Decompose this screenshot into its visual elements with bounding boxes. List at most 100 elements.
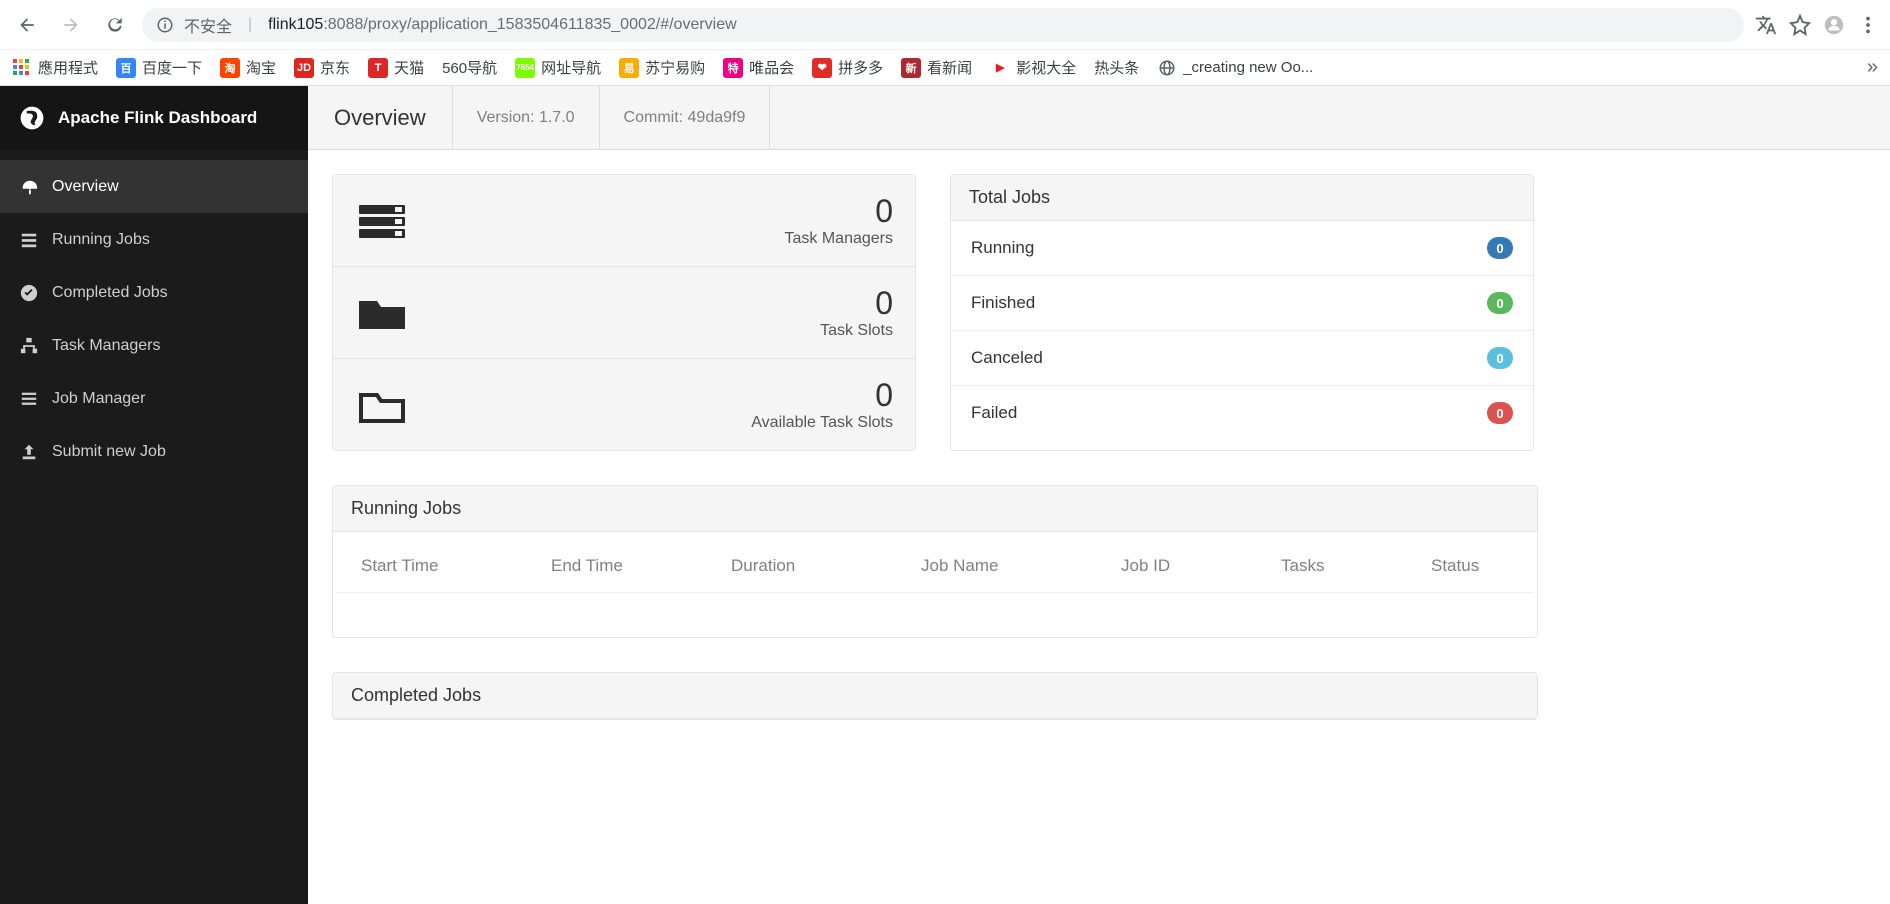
- main-content: Overview Version: 1.7.0 Commit: 49da9f9 …: [308, 86, 1890, 904]
- servers-icon: [355, 199, 409, 243]
- security-label: 不安全: [184, 13, 232, 37]
- app-root: Apache Flink Dashboard Overview Running J…: [0, 86, 1890, 904]
- bookmark-icon: JD: [294, 58, 314, 78]
- separator: |: [248, 16, 252, 34]
- sidebar-item-submit-new-job[interactable]: Submit new Job: [0, 425, 308, 478]
- sidebar-item-job-manager[interactable]: Job Manager: [0, 372, 308, 425]
- sidebar-item-completed-jobs[interactable]: Completed Jobs: [0, 266, 308, 319]
- stat-value: 0: [785, 193, 894, 230]
- bookmark-item[interactable]: 百百度一下: [116, 57, 202, 78]
- stat-value: 0: [820, 285, 893, 322]
- bookmark-star-button[interactable]: [1788, 13, 1812, 37]
- folder-open-icon: [355, 383, 409, 427]
- bookmark-item[interactable]: 易苏宁易购: [619, 57, 705, 78]
- bookmark-item[interactable]: T天猫: [368, 57, 424, 78]
- column-header[interactable]: Duration: [731, 556, 921, 576]
- bookmark-item[interactable]: 7654网址导航: [515, 57, 601, 78]
- total-row-running[interactable]: Running0: [951, 221, 1533, 276]
- column-header[interactable]: Status: [1431, 556, 1509, 576]
- bookmark-label: 京东: [320, 57, 350, 78]
- bookmarks-overflow[interactable]: »: [1867, 56, 1878, 79]
- bookmark-item[interactable]: 應用程式: [12, 57, 98, 78]
- bookmark-label: 應用程式: [38, 57, 98, 78]
- nav-forward-button[interactable]: [54, 8, 88, 42]
- stats-panel: 0Task Managers0Task Slots0Available Task…: [332, 174, 916, 451]
- star-icon: [1789, 14, 1811, 36]
- sidebar-item-running-jobs[interactable]: Running Jobs: [0, 213, 308, 266]
- stat-available-task-slots: 0Available Task Slots: [333, 359, 915, 450]
- bookmark-icon: 特: [723, 58, 743, 78]
- arrow-left-icon: [17, 15, 37, 35]
- column-header[interactable]: Job ID: [1121, 556, 1281, 576]
- bookmark-item[interactable]: 特唯品会: [723, 57, 794, 78]
- user-icon: [1823, 14, 1845, 36]
- stat-label: Task Slots: [820, 322, 893, 340]
- url-text: flink105:8088/proxy/application_15835046…: [268, 16, 737, 34]
- count-badge: 0: [1487, 347, 1513, 369]
- running-jobs-title: Running Jobs: [333, 486, 1537, 532]
- nav-label: Running Jobs: [52, 231, 150, 249]
- total-row-canceled[interactable]: Canceled0: [951, 331, 1533, 386]
- bookmark-item[interactable]: 热头条: [1094, 57, 1139, 78]
- bookmark-label: 百度一下: [142, 57, 202, 78]
- nav-back-button[interactable]: [10, 8, 44, 42]
- bookmarks-bar: 應用程式百百度一下淘淘宝 JD 京东 T天猫 560导航 7654网址导航易苏宁易购特唯品…: [0, 49, 1890, 85]
- folder-icon: [355, 291, 409, 335]
- bookmark-item[interactable]: ❤拼多多: [812, 57, 883, 78]
- total-label: Running: [971, 238, 1034, 258]
- bookmark-item[interactable]: ▶影视大全: [990, 57, 1076, 78]
- nav-label: Task Managers: [52, 337, 161, 355]
- page-title: Overview: [308, 86, 453, 149]
- running-jobs-columns: Start TimeEnd TimeDurationJob NameJob ID…: [337, 540, 1533, 593]
- column-header[interactable]: Start Time: [361, 556, 551, 576]
- nav-label: Completed Jobs: [52, 284, 168, 302]
- bookmark-label: 淘宝: [246, 57, 276, 78]
- total-row-failed[interactable]: Failed0: [951, 386, 1533, 440]
- sidebar-item-overview[interactable]: Overview: [0, 160, 308, 213]
- bookmark-item[interactable]: JD 京东: [294, 57, 350, 78]
- bookmark-item[interactable]: _creating new Oo...: [1157, 58, 1313, 78]
- bookmark-item[interactable]: 新看新闻: [901, 57, 972, 78]
- profile-button[interactable]: [1822, 13, 1846, 37]
- completed-jobs-panel: Completed Jobs: [332, 672, 1538, 720]
- chrome-menu-button[interactable]: [1856, 13, 1880, 37]
- check-icon: [20, 284, 38, 302]
- bookmark-icon: 7654: [515, 58, 535, 78]
- total-label: Failed: [971, 403, 1017, 423]
- arrow-right-icon: [61, 15, 81, 35]
- sidebar-item-task-managers[interactable]: Task Managers: [0, 319, 308, 372]
- bookmark-item[interactable]: 淘淘宝: [220, 57, 276, 78]
- translate-button[interactable]: [1754, 13, 1778, 37]
- bookmark-icon: 新: [901, 58, 921, 78]
- column-header[interactable]: Tasks: [1281, 556, 1431, 576]
- bookmark-item[interactable]: 560导航: [442, 57, 497, 78]
- translate-icon: [1755, 14, 1777, 36]
- column-header[interactable]: Job Name: [921, 556, 1121, 576]
- sidebar: Apache Flink Dashboard Overview Running J…: [0, 86, 308, 904]
- info-icon: [156, 16, 174, 34]
- nav-label: Job Manager: [52, 390, 145, 408]
- running-jobs-empty: [337, 593, 1533, 637]
- bookmark-label: 热头条: [1094, 57, 1139, 78]
- sidebar-title: Apache Flink Dashboard: [58, 108, 257, 128]
- bars-icon: [20, 390, 38, 408]
- bookmark-label: 560导航: [442, 57, 497, 78]
- column-header[interactable]: End Time: [551, 556, 731, 576]
- bookmark-label: 看新闻: [927, 57, 972, 78]
- kebab-icon: [1857, 14, 1879, 36]
- nav-label: Overview: [52, 178, 119, 196]
- flink-logo-icon: [18, 104, 46, 132]
- bookmark-label: 天猫: [394, 57, 424, 78]
- total-row-finished[interactable]: Finished 0: [951, 276, 1533, 331]
- count-badge: 0: [1487, 292, 1513, 314]
- bookmark-icon: [1157, 58, 1177, 78]
- bookmark-icon: 易: [619, 58, 639, 78]
- sidebar-nav: Overview Running Jobs Completed Jobs Task M…: [0, 150, 308, 478]
- total-label: Finished: [971, 293, 1035, 313]
- completed-jobs-title: Completed Jobs: [333, 673, 1537, 719]
- address-bar[interactable]: 不安全 | flink105:8088/proxy/application_15…: [142, 8, 1744, 42]
- bookmark-icon: 百: [116, 58, 136, 78]
- nav-reload-button[interactable]: [98, 8, 132, 42]
- sitemap-icon: [20, 337, 38, 355]
- stat-task-managers: 0Task Managers: [333, 175, 915, 267]
